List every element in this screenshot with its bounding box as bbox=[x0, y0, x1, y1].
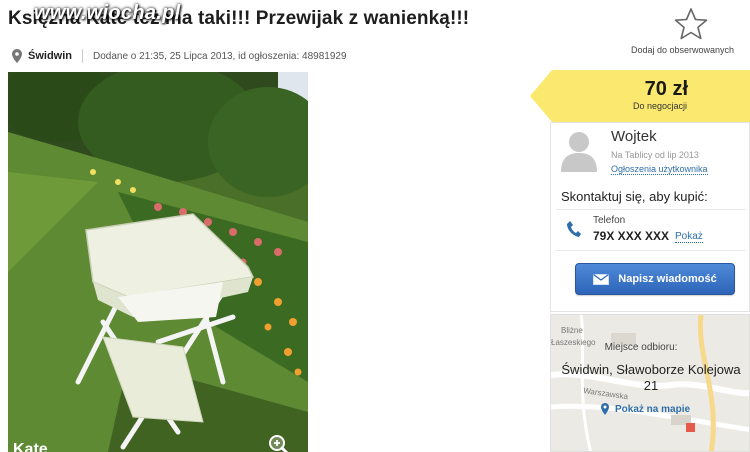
map-pin-icon bbox=[12, 49, 22, 63]
phone-icon bbox=[567, 221, 581, 237]
seller-divider bbox=[556, 209, 746, 210]
map-pin-icon bbox=[601, 403, 609, 415]
pickup-address: Świdwin, Sławoborze Kolejowa 21 bbox=[561, 362, 741, 393]
add-to-watchlist-link[interactable]: Dodaj do obserwowanych bbox=[631, 45, 734, 55]
star-icon[interactable] bbox=[673, 6, 709, 42]
watermark: www.wiocha.pl bbox=[34, 2, 181, 24]
user-ads-link[interactable]: Ogłoszenia użytkownika bbox=[611, 164, 708, 175]
listing-added-info: Dodane o 21:35, 25 Lipca 2013, id ogłosz… bbox=[93, 50, 347, 62]
phone-label: Telefon bbox=[593, 215, 626, 226]
seller-name: Wojtek bbox=[611, 128, 657, 145]
contact-prompt: Skontaktuj się, aby kupić: bbox=[561, 189, 708, 204]
price-negotiable-note: Do negocjacji bbox=[632, 101, 688, 111]
map-label: Bliżne bbox=[561, 326, 583, 335]
seller-divider-2 bbox=[556, 250, 746, 251]
zoom-icon[interactable] bbox=[268, 434, 290, 452]
photo-caption: Kate bbox=[13, 441, 48, 452]
listing-meta: Świdwin Dodane o 21:35, 25 Lipca 2013, i… bbox=[12, 46, 347, 66]
show-on-map-label: Pokaż na mapie bbox=[615, 403, 691, 415]
envelope-icon bbox=[593, 273, 610, 285]
listing-photo[interactable]: Kate bbox=[8, 72, 308, 452]
write-message-label: Napisz wiadomość bbox=[618, 273, 717, 285]
show-phone-link[interactable]: Pokaż bbox=[675, 231, 703, 243]
pickup-label: Miejsce odbioru: bbox=[604, 342, 678, 353]
price-value: 70 zł bbox=[644, 78, 688, 100]
seller-member-since: Na Tablicy od lip 2013 bbox=[611, 150, 699, 160]
photo-scene: Kate bbox=[8, 72, 308, 452]
listing-city[interactable]: Świdwin bbox=[28, 50, 72, 62]
user-avatar-icon bbox=[561, 132, 597, 172]
show-on-map-link[interactable]: Pokaż na mapie bbox=[601, 403, 690, 415]
write-message-button[interactable]: Napisz wiadomość bbox=[575, 263, 735, 295]
meta-divider bbox=[82, 49, 83, 63]
phone-number: 79X XXX XXX bbox=[593, 229, 670, 243]
